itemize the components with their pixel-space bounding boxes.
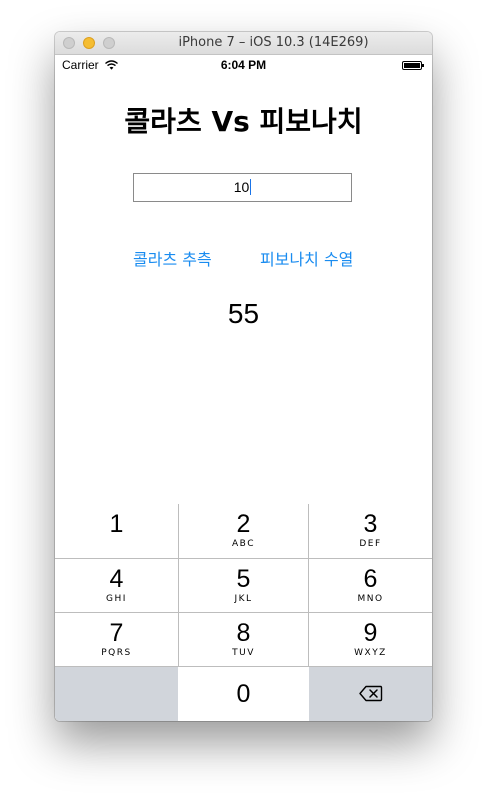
window-minimize-button[interactable] (83, 37, 95, 49)
keypad-key-3[interactable]: 3 DEF (309, 504, 432, 558)
key-letters: TUV (232, 648, 255, 658)
number-input-field[interactable]: 10 (133, 173, 352, 202)
key-digit: 7 (109, 619, 124, 647)
keypad-empty-key (55, 667, 178, 721)
keypad-divider (55, 666, 432, 667)
key-letters: MNO (357, 594, 384, 604)
key-letters: GHI (106, 594, 127, 604)
simulator-window: iPhone 7 – iOS 10.3 (14E269) Carrier 6:0… (55, 32, 432, 721)
key-letters: ABC (232, 539, 255, 549)
keypad-divider (308, 504, 309, 667)
window-title: iPhone 7 – iOS 10.3 (14E269) (178, 35, 369, 50)
app-title: 콜라츠 Vs 피보나치 (124, 105, 363, 138)
key-digit: 1 (109, 510, 124, 538)
status-bar: Carrier 6:04 PM (55, 54, 432, 74)
key-digit: 9 (363, 619, 378, 647)
number-input-value: 10 (233, 179, 250, 195)
key-letters: JKL (234, 594, 253, 604)
window-close-button[interactable] (63, 37, 75, 49)
key-letters: DEF (359, 539, 382, 549)
keypad-key-8[interactable]: 8 TUV (179, 613, 308, 666)
key-digit: 6 (363, 565, 378, 593)
key-digit: 3 (363, 510, 378, 538)
key-digit: 2 (236, 510, 251, 538)
status-time: 6:04 PM (220, 58, 267, 72)
delete-backspace-icon (358, 685, 382, 702)
keypad-key-4[interactable]: 4 GHI (55, 559, 178, 612)
key-letters: WXYZ (354, 648, 387, 658)
key-digit: 4 (109, 565, 124, 593)
key-digit: 8 (236, 619, 251, 647)
keypad-divider (55, 558, 432, 559)
key-letters: PQRS (101, 648, 132, 658)
fibonacci-button[interactable]: 피보나치 수열 (260, 246, 353, 270)
result-label: 55 (227, 298, 260, 329)
keypad-divider (55, 612, 432, 613)
keypad-key-7[interactable]: 7 PQRS (55, 613, 178, 666)
keypad-key-6[interactable]: 6 MNO (309, 559, 432, 612)
number-keypad: 1 2 ABC 3 DEF 4 GHI 5 JKL 6 MNO 7 PQRS 8… (55, 504, 432, 721)
keypad-divider (178, 504, 179, 667)
keypad-key-2[interactable]: 2 ABC (179, 504, 308, 558)
text-cursor (250, 179, 252, 195)
key-digit: 5 (236, 565, 251, 593)
window-zoom-button[interactable] (103, 37, 115, 49)
keypad-key-0[interactable]: 0 (179, 667, 308, 721)
window-titlebar: iPhone 7 – iOS 10.3 (14E269) (55, 32, 432, 55)
keypad-key-5[interactable]: 5 JKL (179, 559, 308, 612)
keypad-key-9[interactable]: 9 WXYZ (309, 613, 432, 666)
keypad-key-1[interactable]: 1 (55, 504, 178, 558)
keypad-delete-key[interactable] (309, 667, 432, 721)
key-digit: 0 (236, 680, 251, 708)
battery-icon (402, 61, 424, 70)
collatz-button[interactable]: 콜라츠 추측 (133, 246, 212, 270)
